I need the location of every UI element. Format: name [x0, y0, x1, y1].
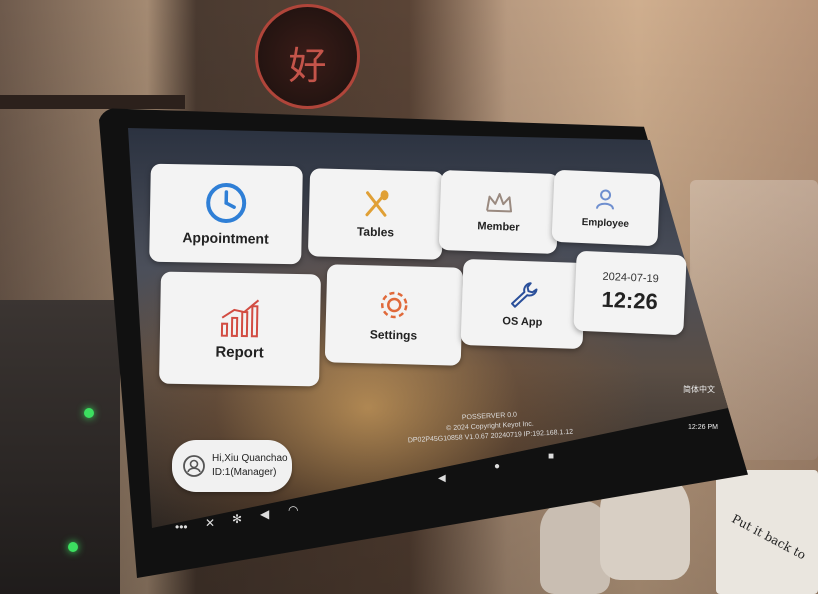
- user-greeting: Hi,Xiu Quanchao: [212, 453, 288, 464]
- clock-icon: [205, 182, 248, 225]
- shelf: [0, 95, 185, 109]
- report-tile[interactable]: Report: [159, 271, 321, 387]
- settings-tile[interactable]: Settings: [324, 264, 464, 366]
- recents-button[interactable]: ■: [548, 451, 554, 462]
- sign-glyph: 好: [288, 44, 327, 88]
- appointment-tile[interactable]: Appointment: [149, 163, 303, 265]
- tile-label: Settings: [369, 327, 418, 343]
- gear-icon: [377, 288, 412, 323]
- clock-date: 2024-07-19: [602, 270, 660, 286]
- os-app-tile[interactable]: OS App: [460, 258, 586, 350]
- tile-label: OS App: [502, 315, 543, 329]
- clock-time: 12:26: [601, 286, 659, 315]
- bar-chart-icon: [218, 297, 263, 338]
- crown-icon: [484, 190, 515, 215]
- pos-terminal-base: [0, 300, 120, 594]
- status-led: [84, 408, 94, 418]
- volume-icon[interactable]: ◀: [260, 507, 269, 521]
- user-switch-icon: [182, 454, 206, 478]
- status-clock: 12:26 PM: [688, 424, 718, 431]
- clock-widget: 2024-07-19 12:26: [573, 250, 687, 336]
- user-switch-button[interactable]: Hi,Xiu Quanchao ID:1(Manager): [172, 440, 292, 492]
- wifi-icon[interactable]: ◠: [288, 503, 298, 517]
- employee-tile[interactable]: Employee: [551, 169, 661, 247]
- back-button[interactable]: ◀: [438, 473, 446, 484]
- fork-spoon-icon: [361, 189, 392, 220]
- tile-label: Tables: [356, 224, 395, 240]
- tile-label: Employee: [581, 216, 630, 230]
- tables-tile[interactable]: Tables: [307, 168, 445, 260]
- wrench-icon: [508, 279, 539, 310]
- tile-label: Appointment: [182, 229, 269, 247]
- neon-sign: 好: [255, 4, 360, 109]
- user-id: ID:1(Manager): [212, 467, 277, 478]
- bluetooth-off-icon[interactable]: ✕: [205, 516, 215, 530]
- brightness-icon[interactable]: ✻: [232, 512, 242, 526]
- more-icon[interactable]: •••: [175, 520, 188, 534]
- status-led: [68, 542, 78, 552]
- member-tile[interactable]: Member: [438, 169, 560, 255]
- person-id-icon: [594, 187, 619, 212]
- tile-label: Report: [215, 343, 264, 361]
- home-button[interactable]: ●: [494, 461, 500, 472]
- language-switch[interactable]: 简体中文: [683, 384, 715, 395]
- tile-label: Member: [477, 220, 520, 234]
